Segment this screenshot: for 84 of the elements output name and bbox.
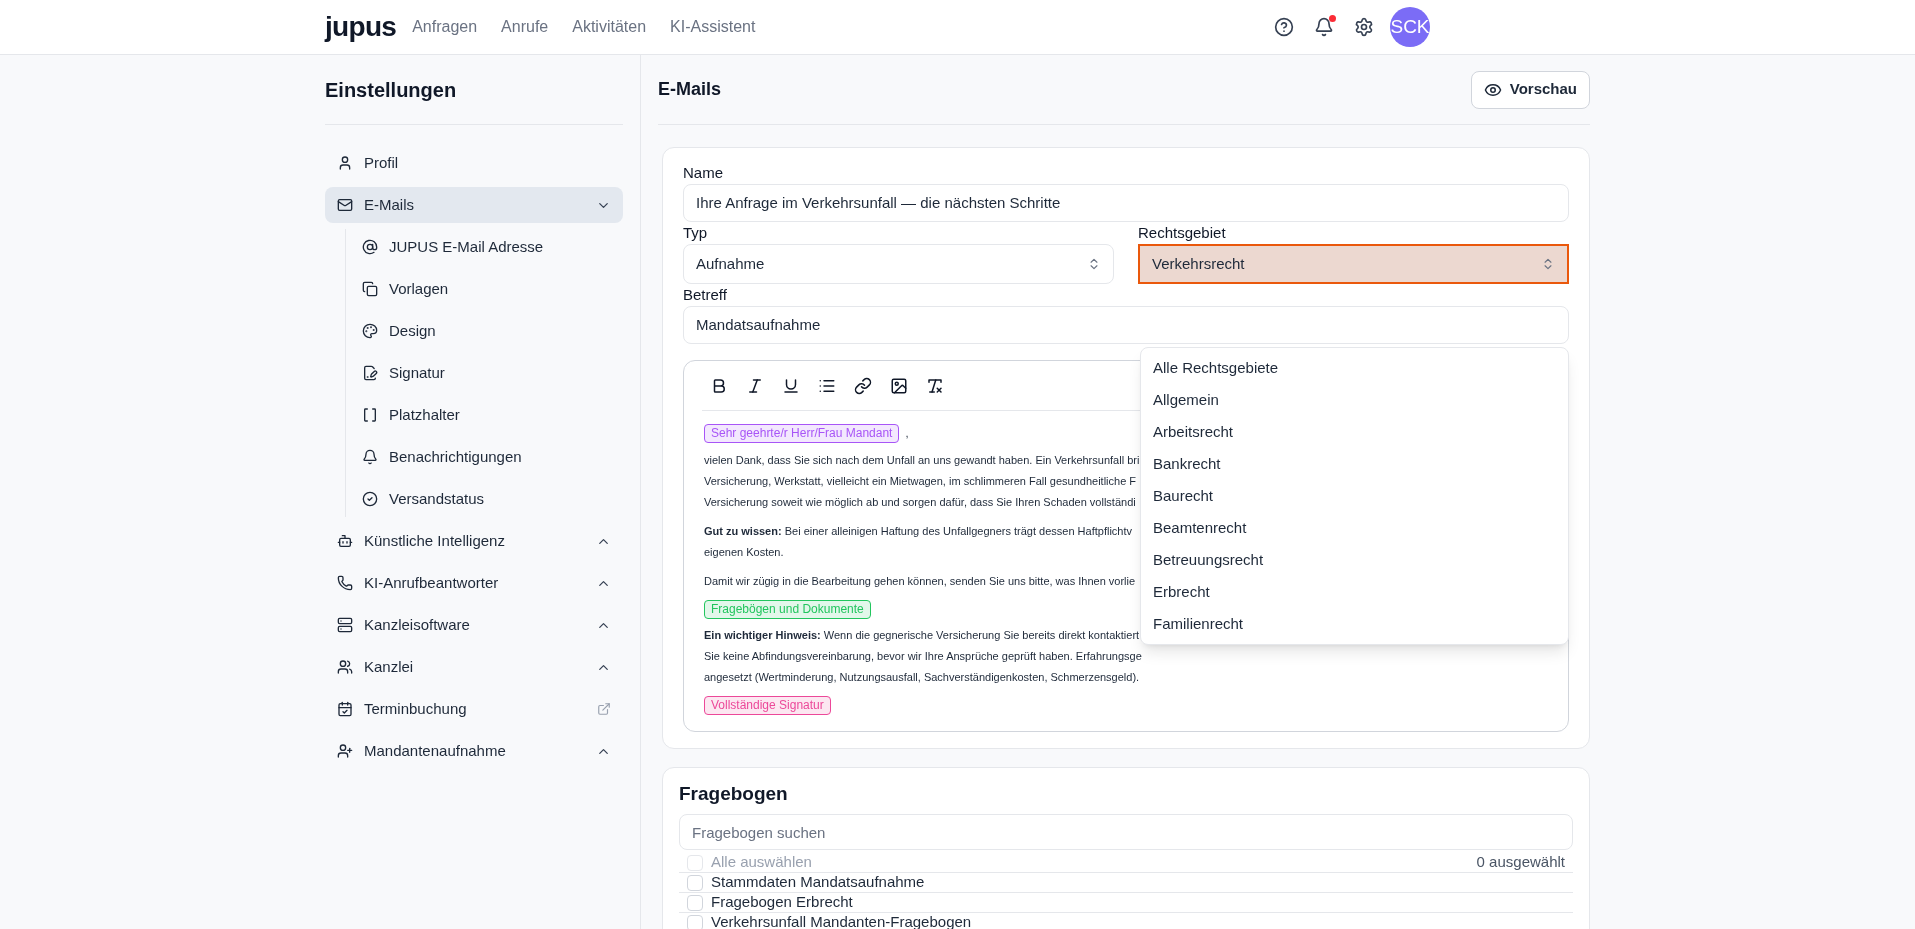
text-line: Sie keine Abfindungsvereinbarung, bevor wir Ihre Ansprüche geprüft haben. Erfahrungsge [704,649,1142,664]
calendar-icon [337,701,353,717]
people-icon [337,659,353,675]
text-line: angesetzt (Wertminderung, Nutzungsausfall, Sachverständigenkosten, Schmerzensgeld). [704,670,1140,685]
phone-icon [337,575,353,591]
italic-icon[interactable] [746,376,764,395]
preview-button[interactable]: Vorschau [1470,70,1590,109]
dropdown-option[interactable]: Erbrecht [1141,576,1568,608]
page-title: E-Mails [658,78,722,101]
sidebar-item[interactable]: Künstliche Intelligenz [325,523,623,559]
palette-icon [362,323,378,339]
checkbox-label: Stammdaten Mandatsaufnahme [711,872,925,893]
check-circle-icon [362,491,378,507]
text-line: Versicherung soweit wie möglich ab und sorgen dafür, dass Sie Ihren Schaden vollständi [704,495,1136,510]
robot-icon [337,533,353,549]
sidebar-title: Einstellungen [325,77,457,103]
nav-link[interactable]: Anrufe [501,15,549,39]
avatar[interactable]: SCK [1390,7,1430,47]
checkbox[interactable] [687,894,703,911]
user-plus-icon [337,743,353,759]
dropdown-option[interactable]: Arbeitsrecht [1141,416,1568,448]
sidebar-item[interactable]: Kanzleisoftware [325,607,623,643]
typ-select[interactable]: Aufnahme [683,244,1114,284]
at-sign-icon [362,239,378,255]
dropdown-option[interactable]: Betreuungsrecht [1141,544,1568,576]
logo[interactable]: jupus [325,13,397,41]
clear-format-icon[interactable] [926,376,944,395]
field-label: Betreff [683,286,728,304]
sidebar-item[interactable]: Terminbuchung [325,691,623,727]
text-line: Gut zu wissen: Bei einer alleinigen Haftung des Unfallgegners trägt dessen Haftpflichtv [704,524,1132,539]
sidebar-item[interactable]: Profil [325,145,623,181]
nav-link[interactable]: Anfragen [412,15,478,39]
sidebar-subitem[interactable]: Design [358,313,623,349]
dropdown-option[interactable]: Allgemein [1141,384,1568,416]
link-icon[interactable] [854,376,872,395]
checkbox[interactable] [687,874,703,891]
text-line: Ein wichtiger Hinweis: Wenn die gegnerische Versicherung Sie bereits direkt kontaktiert [704,628,1140,643]
sidebar-subitem[interactable]: Versandstatus [358,481,623,517]
image-icon[interactable] [890,376,908,395]
field-label: Typ [683,224,709,242]
nav-link[interactable]: Aktivitäten [572,15,647,39]
dropdown-option[interactable]: Bankrecht [1141,448,1568,480]
sidebar-subitem[interactable]: Benachrichtigungen [358,439,623,475]
text-line: vielen Dank, dass Sie sich nach dem Unfall an uns gewandt haben. Ein Verkehrsunfall bri [704,453,1140,468]
settings-icon[interactable] [1354,17,1374,37]
signature-icon [362,365,378,381]
section-title: Fragebogen [679,782,789,806]
bell-icon [362,449,378,465]
sidebar-item[interactable]: Kanzlei [325,649,623,685]
sidebar-subitem[interactable]: JUPUS E-Mail Adresse [358,229,623,265]
user-icon [337,155,353,171]
betreff-input[interactable]: Mandatsaufnahme [683,306,1569,344]
dropdown-option[interactable]: Familienrecht [1141,608,1568,640]
envelope-icon [337,197,353,213]
sidebar-subitem[interactable]: Platzhalter [358,397,623,433]
name-input[interactable]: Ihre Anfrage im Verkehrsunfall — die nächsten Schritte [683,184,1569,222]
server-icon [337,617,353,633]
underline-icon[interactable] [782,376,800,395]
dropdown-option[interactable]: Alle Rechtsgebiete [1141,352,1568,384]
sidebar-subitem[interactable]: Signatur [358,355,623,391]
dropdown-option[interactable]: Beamtenrecht [1141,512,1568,544]
text-line: eigenen Kosten. [704,545,784,560]
external-link-icon [597,702,611,716]
text-line: Damit wir zügig in die Bearbeitung gehen können, senden Sie uns bitte, was Ihnen vorlie [704,574,1136,589]
comma: , [905,426,909,441]
help-icon[interactable] [1274,17,1294,37]
sidebar-item[interactable]: Mandantenaufnahme [325,733,623,769]
copy-icon [362,281,378,297]
checkbox[interactable] [687,914,703,929]
rechtsgebiet-select[interactable]: Verkehrsrecht [1138,244,1569,284]
checkbox-label: Alle auswählen [711,852,812,873]
checkbox-label: Fragebogen Erbrecht [711,892,853,913]
search-field[interactable]: Fragebogen suchen [679,814,1573,850]
selected-count: 0 ausgewählt [1476,852,1565,873]
dropdown-option[interactable]: Baurecht [1141,480,1568,512]
text-line: Versicherung, Werkstatt, vielleicht ein Mietwagen, im schlimmeren Fall gesundheitliche F [704,474,1137,489]
sidebar-item[interactable]: KI-Anrufbeantworter [325,565,623,601]
field-label: Rechtsgebiet [1138,224,1227,242]
bell-icon[interactable] [1314,17,1334,37]
nav-link[interactable]: KI-Assistent [670,15,756,39]
field-label: Name [683,164,724,182]
sidebar-subitem[interactable]: Vorlagen [358,271,623,307]
brackets-icon [362,407,378,423]
sidebar-item[interactable]: E-Mails [325,187,623,223]
